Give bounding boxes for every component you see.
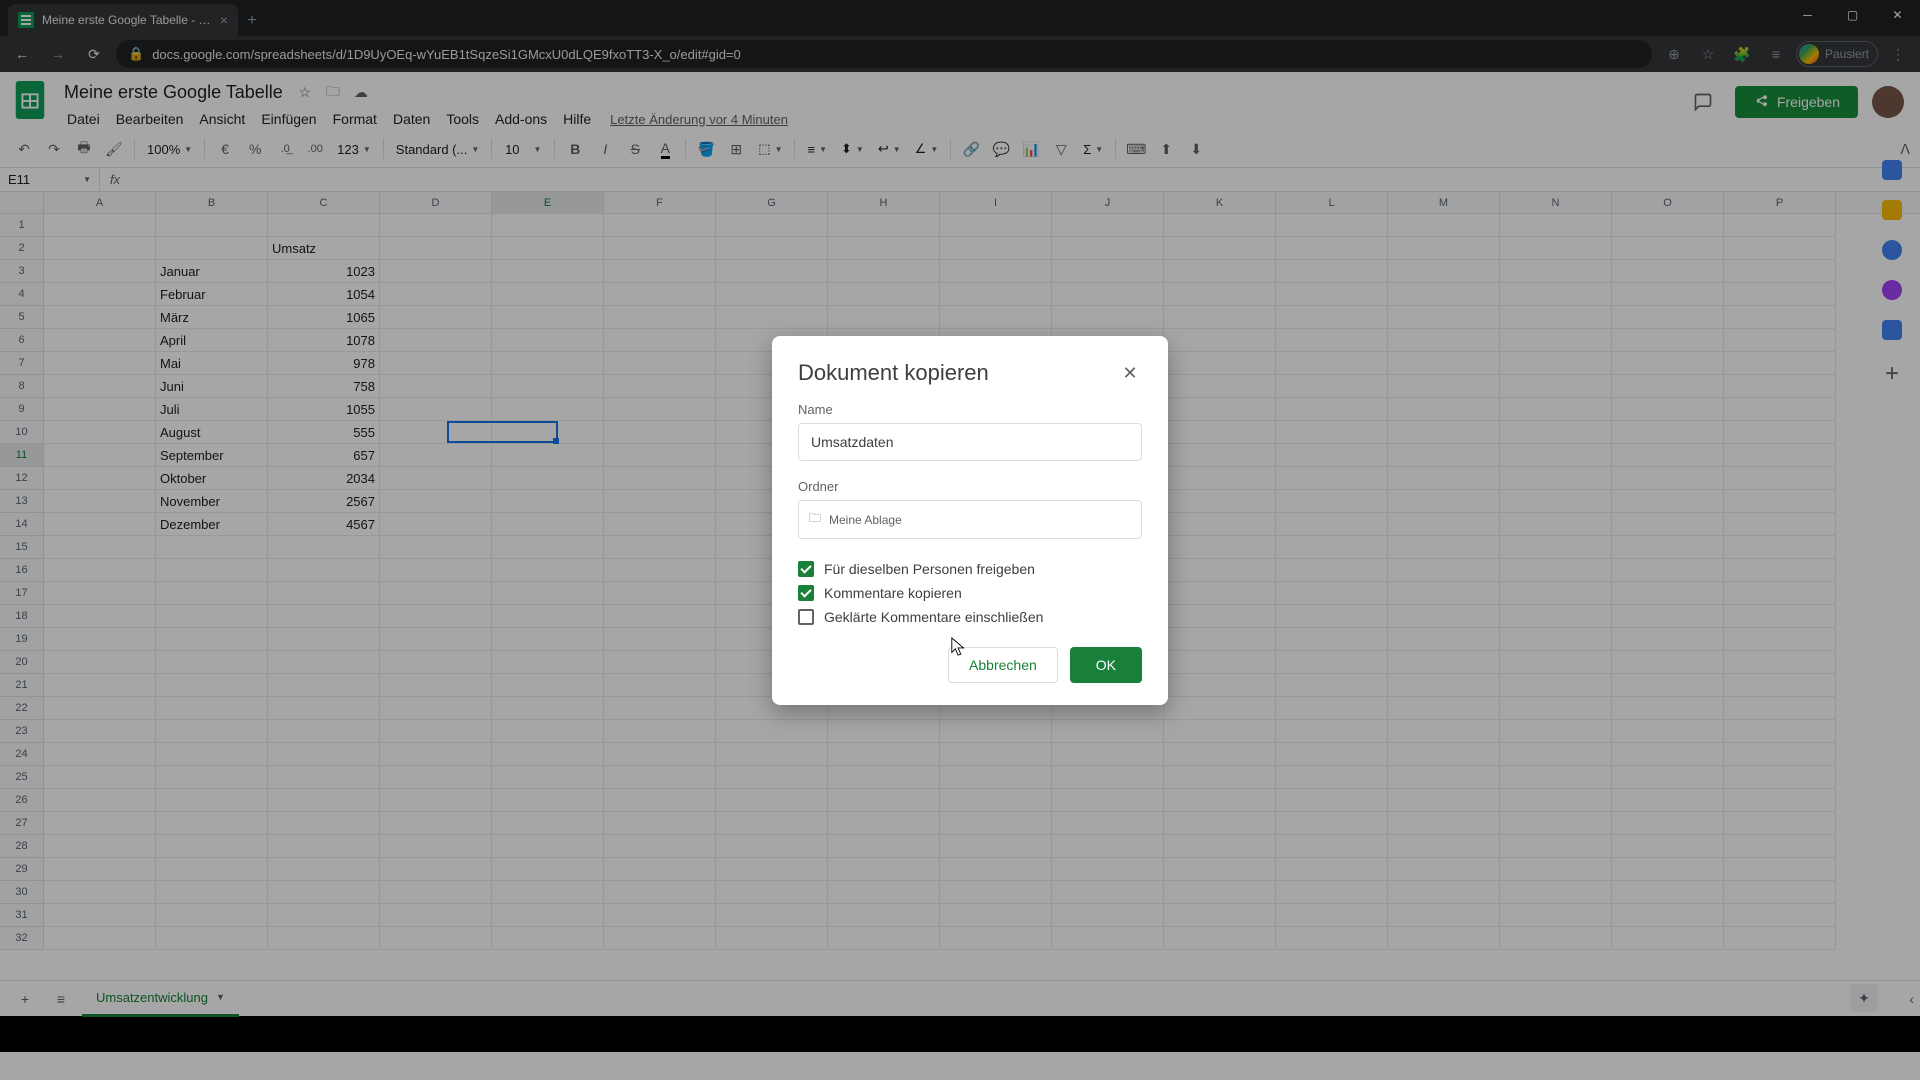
checkbox-icon <box>798 561 814 577</box>
copy-document-dialog: Dokument kopieren ✕ Name Ordner 🗀 Meine … <box>772 336 1168 705</box>
checkbox-share-same-people[interactable]: Für dieselben Personen freigeben <box>798 561 1142 577</box>
close-icon[interactable]: ✕ <box>1118 361 1142 385</box>
checkbox-copy-comments[interactable]: Kommentare kopieren <box>798 585 1142 601</box>
folder-picker[interactable]: 🗀 Meine Ablage <box>798 500 1142 539</box>
folder-icon: 🗀 <box>809 509 821 530</box>
dialog-title: Dokument kopieren <box>798 360 1118 386</box>
name-label: Name <box>798 402 1142 417</box>
checkbox-icon <box>798 609 814 625</box>
checkbox-include-resolved[interactable]: Geklärte Kommentare einschließen <box>798 609 1142 625</box>
cancel-button[interactable]: Abbrechen <box>948 647 1058 683</box>
name-input[interactable] <box>798 423 1142 461</box>
ok-button[interactable]: OK <box>1070 647 1142 683</box>
checkbox-icon <box>798 585 814 601</box>
folder-label: Ordner <box>798 479 1142 494</box>
